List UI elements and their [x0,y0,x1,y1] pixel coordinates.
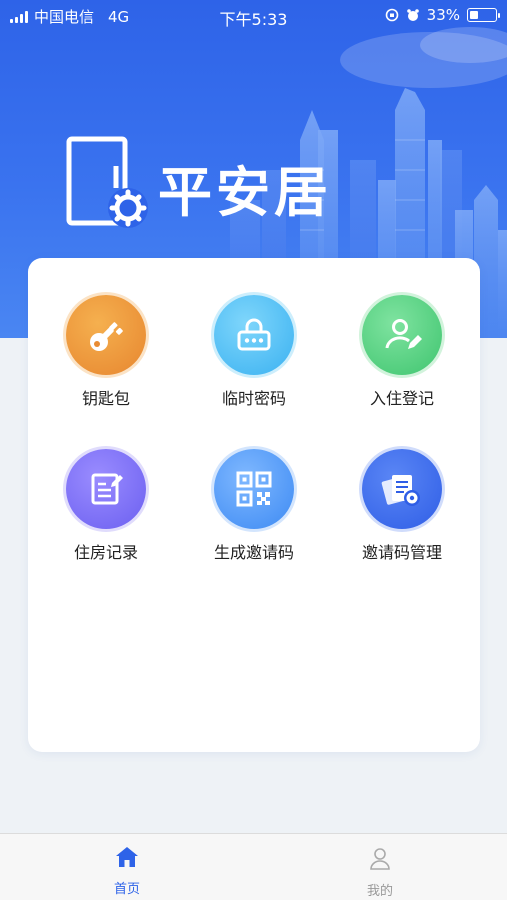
menu-item-check-in[interactable]: 入住登记 [327,295,477,425]
menu-item-generate-invite-code[interactable]: 生成邀请码 [179,449,329,579]
tab-home[interactable]: 首页 [67,846,187,897]
key-icon [90,322,123,351]
note-edit-icon [91,473,123,505]
person-icon [370,848,390,870]
battery-icon [467,8,500,22]
menu-item-label: 住房记录 [73,543,138,562]
menu-item-key-wallet[interactable]: 钥匙包 [31,295,181,425]
user-edit-icon [385,319,422,349]
tab-label: 我的 [366,884,393,899]
app-logo-icon [66,136,148,228]
password-lock-icon [237,318,271,351]
menu-item-label: 邀请码管理 [361,543,442,562]
menu-item-label: 入住登记 [369,389,434,408]
function-menu-card: 钥匙包 临时密码 入住登记 住房记录 生成邀请码 邀请码管理 [28,258,480,752]
menu-item-label: 生成邀请码 [213,543,294,562]
battery-percent: 33% [426,6,460,24]
home-icon [116,847,138,867]
menu-item-invite-code-management[interactable]: 邀请码管理 [327,449,477,579]
bottom-tab-bar: 首页 我的 [0,833,507,900]
rotation-lock-icon [385,8,398,22]
menu-item-housing-records[interactable]: 住房记录 [31,449,181,579]
menu-item-label: 临时密码 [221,389,286,408]
qr-code-icon [236,471,272,507]
tab-mine[interactable]: 我的 [320,846,440,899]
menu-item-temp-password[interactable]: 临时密码 [179,295,329,425]
alarm-icon [406,9,419,21]
documents-gear-icon [381,475,420,506]
tab-label: 首页 [113,882,140,897]
app-name: 平安居 [158,161,332,224]
status-bar: 中国电信 4G 下午5:33 33% [0,0,507,30]
menu-item-label: 钥匙包 [81,389,130,408]
